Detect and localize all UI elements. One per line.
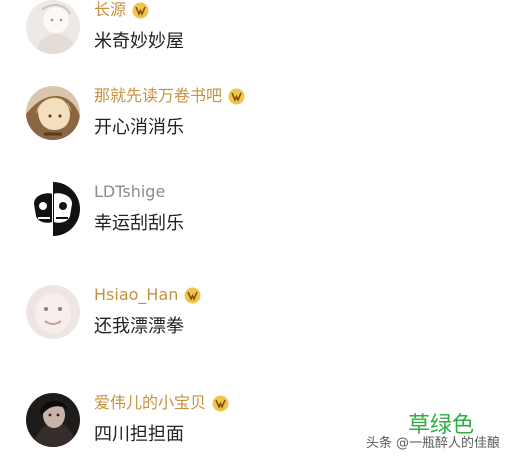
avatar-blurred-face-icon[interactable] bbox=[26, 285, 80, 339]
username[interactable]: 爱伟儿的小宝贝 bbox=[94, 393, 206, 413]
vip-badge-icon bbox=[132, 2, 149, 18]
avatar-blonde-girl-icon[interactable] bbox=[26, 86, 80, 140]
comment-item: Hsiao_Han 还我漂漂拳 bbox=[26, 285, 496, 355]
comment-text: 开心消消乐 bbox=[94, 117, 184, 138]
username[interactable]: LDTshige bbox=[94, 182, 165, 202]
comment-list-screenshot: 长源 米奇妙妙屋 那就先读万卷书吧 开心消消乐 LDTshige 幸运刮刮乐 H… bbox=[0, 0, 522, 463]
source-watermark: 头条 @一瓶醉人的佳酿 bbox=[365, 436, 500, 451]
vip-badge-icon bbox=[184, 287, 201, 303]
avatar-skull-split-icon[interactable] bbox=[26, 182, 80, 236]
comment-text: 米奇妙妙屋 bbox=[94, 31, 184, 52]
comment-text: 还我漂漂拳 bbox=[94, 316, 184, 337]
comment-item: 长源 米奇妙妙屋 bbox=[26, 0, 496, 70]
avatar-light-sketch-icon[interactable] bbox=[26, 0, 80, 54]
vip-badge-icon bbox=[212, 395, 229, 411]
avatar-dark-portrait-icon[interactable] bbox=[26, 393, 80, 447]
username[interactable]: Hsiao_Han bbox=[94, 285, 178, 305]
username[interactable]: 长源 bbox=[94, 0, 126, 20]
comment-text: 四川担担面 bbox=[94, 424, 184, 445]
comment-item: LDTshige 幸运刮刮乐 bbox=[26, 182, 496, 252]
comment-text: 幸运刮刮乐 bbox=[94, 213, 184, 234]
vip-badge-icon bbox=[228, 88, 245, 104]
username[interactable]: 那就先读万卷书吧 bbox=[94, 86, 222, 106]
comment-item: 那就先读万卷书吧 开心消消乐 bbox=[26, 86, 496, 156]
